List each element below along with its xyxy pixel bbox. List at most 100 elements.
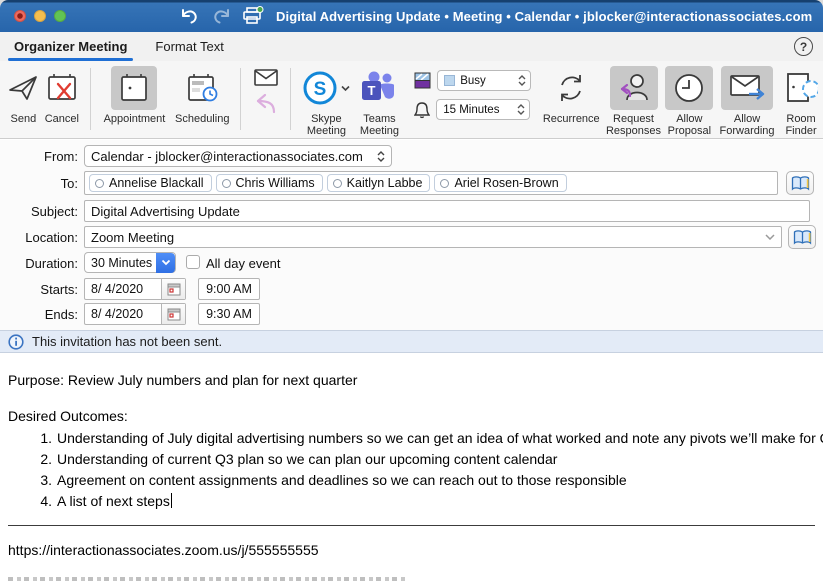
meeting-link[interactable]: https://interactionassociates.zoom.us/j/…: [8, 542, 319, 558]
show-as-status-icon: [414, 72, 431, 89]
recipient-pill[interactable]: Kaitlyn Labbe: [327, 174, 431, 192]
tab-format-text-label: Format Text: [155, 39, 223, 54]
all-day-checkbox[interactable]: [186, 255, 200, 269]
request-responses-button[interactable]: Request Responses: [603, 66, 663, 137]
appointment-icon: [111, 66, 157, 110]
cancel-button[interactable]: Cancel: [41, 66, 83, 125]
help-icon[interactable]: ?: [794, 37, 813, 56]
recipient-name: Kaitlyn Labbe: [347, 176, 423, 190]
location-value: Zoom Meeting: [91, 230, 174, 245]
address-book-button[interactable]: [786, 171, 814, 195]
info-bar-message: This invitation has not been sent.: [32, 334, 222, 349]
outcome-text-value: A list of next steps: [57, 493, 170, 509]
ends-time-value: 9:30 AM: [206, 307, 252, 321]
duration-value: 30 Minutes: [91, 256, 152, 270]
ribbon-tab-bar: Organizer Meeting Format Text ?: [0, 32, 823, 61]
address-book-icon: [791, 176, 810, 191]
ends-date-field[interactable]: 8/ 4/2020: [84, 303, 186, 325]
teams-meeting-label: Teams Meeting: [355, 113, 404, 137]
reply-icon[interactable]: [254, 88, 278, 118]
allow-proposal-icon: [665, 66, 713, 110]
presence-icon: [95, 179, 104, 188]
starts-time-value: 9:00 AM: [206, 282, 252, 296]
recipient-pill[interactable]: Annelise Blackall: [89, 174, 212, 192]
recurrence-button[interactable]: Recurrence: [539, 66, 603, 125]
appointment-button[interactable]: Appointment: [98, 66, 171, 125]
send-button[interactable]: Send: [6, 66, 41, 125]
scheduling-button[interactable]: Scheduling: [171, 66, 233, 125]
request-responses-icon: [610, 66, 658, 110]
calendar-picker-icon[interactable]: [161, 279, 185, 299]
allow-forwarding-button[interactable]: Allow Forwarding: [715, 66, 779, 137]
from-select[interactable]: Calendar - jblocker@interactionassociate…: [84, 145, 392, 167]
show-as-select[interactable]: Busy: [437, 70, 531, 91]
to-field[interactable]: Annelise Blackall Chris Williams Kaitlyn…: [84, 171, 778, 195]
skype-meeting-button[interactable]: S Skype Meeting: [298, 66, 355, 137]
print-icon[interactable]: [242, 6, 264, 26]
reminder-bell-icon: [414, 101, 430, 119]
zoom-window-button[interactable]: [54, 10, 66, 22]
starts-time-field[interactable]: 9:00 AM: [198, 278, 260, 300]
recipient-pill[interactable]: Chris Williams: [216, 174, 323, 192]
recipient-pill[interactable]: Ariel Rosen-Brown: [434, 174, 566, 192]
meeting-form: From: Calendar - jblocker@interactionass…: [0, 140, 823, 330]
close-window-button[interactable]: [14, 10, 26, 22]
text-cursor: [171, 493, 172, 508]
outcome-number: 1.: [30, 430, 52, 446]
scheduling-icon: [185, 66, 219, 110]
recurrence-icon: [554, 66, 588, 110]
ribbon-divider: [90, 68, 91, 130]
reminder-value: 15 Minutes: [443, 104, 517, 116]
subject-field[interactable]: Digital Advertising Update: [84, 200, 810, 222]
tab-format-text[interactable]: Format Text: [151, 32, 227, 61]
request-responses-label: Request Responses: [603, 113, 663, 137]
duration-select[interactable]: 30 Minutes: [84, 252, 176, 273]
outcome-text: A list of next steps: [57, 493, 172, 509]
ends-time-field[interactable]: 9:30 AM: [198, 303, 260, 325]
outcome-text: Understanding of July digital advertisin…: [57, 430, 823, 446]
chevron-down-icon: [341, 85, 350, 92]
recurrence-label: Recurrence: [543, 113, 600, 125]
chevron-down-icon[interactable]: [765, 234, 775, 240]
ends-date-value: 8/ 4/2020: [91, 307, 143, 321]
room-finder-button[interactable]: Room Finder: [779, 66, 823, 137]
recipient-name: Annelise Blackall: [109, 176, 204, 190]
calendar-picker-icon[interactable]: [161, 304, 185, 324]
busy-swatch: [444, 75, 455, 86]
info-bar: This invitation has not been sent.: [0, 330, 823, 353]
room-finder-book-button[interactable]: [788, 225, 816, 249]
stepper-icon: [517, 104, 525, 115]
reminder-select[interactable]: 15 Minutes: [436, 99, 530, 120]
allow-forwarding-icon: [721, 66, 773, 110]
presence-icon: [440, 179, 449, 188]
allow-forwarding-label: Allow Forwarding: [715, 113, 779, 137]
minimize-window-button[interactable]: [34, 10, 46, 22]
window-controls: [14, 10, 66, 22]
purpose-line: Purpose: Review July numbers and plan fo…: [8, 372, 357, 388]
status-reminder-group: Busy 15 Minutes: [414, 70, 531, 120]
undo-icon[interactable]: [178, 6, 200, 26]
redo-icon[interactable]: [210, 6, 232, 26]
to-label: To:: [4, 176, 78, 191]
tab-organizer-meeting[interactable]: Organizer Meeting: [10, 32, 131, 61]
message-reply-group: [248, 66, 283, 118]
email-message-icon[interactable]: [254, 66, 278, 88]
from-value: Calendar - jblocker@interactionassociate…: [91, 149, 363, 164]
skype-icon: S: [302, 66, 350, 110]
recipient-name: Ariel Rosen-Brown: [454, 176, 558, 190]
allow-proposal-button[interactable]: Allow Proposal: [664, 66, 715, 137]
recipient-name: Chris Williams: [236, 176, 315, 190]
title-bar: Digital Advertising Update • Meeting • C…: [0, 0, 823, 32]
outcome-number: 2.: [30, 451, 52, 467]
subject-value: Digital Advertising Update: [91, 204, 240, 219]
location-field[interactable]: Zoom Meeting: [84, 226, 782, 248]
send-icon: [7, 66, 39, 110]
ribbon: Send Cancel Appointment Scheduling: [0, 61, 823, 139]
from-label: From:: [4, 149, 78, 164]
duration-label: Duration:: [4, 256, 78, 271]
stepper-icon: [377, 151, 385, 162]
teams-meeting-button[interactable]: T Teams Meeting: [355, 66, 404, 137]
starts-date-field[interactable]: 8/ 4/2020: [84, 278, 186, 300]
window-title: Digital Advertising Update • Meeting • C…: [276, 9, 812, 24]
message-body[interactable]: Purpose: Review July numbers and plan fo…: [0, 353, 823, 586]
